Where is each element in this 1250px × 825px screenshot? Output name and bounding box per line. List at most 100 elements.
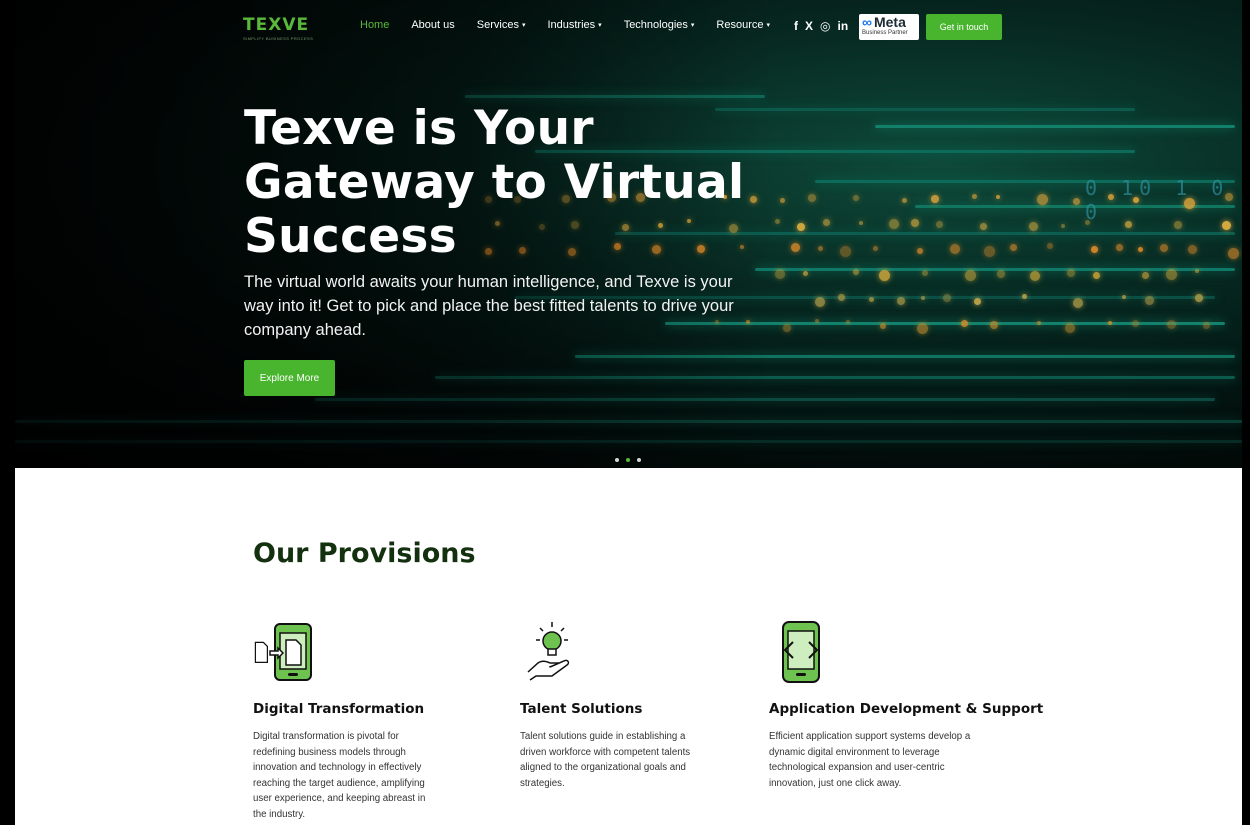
light-dot	[902, 198, 907, 203]
light-dot	[1065, 323, 1075, 333]
light-dot	[972, 194, 977, 199]
light-dot	[990, 321, 998, 329]
light-dot	[803, 271, 808, 276]
light-dot	[859, 221, 863, 225]
light-dot	[922, 270, 928, 276]
top-navigation: TEXVE SIMPLIFY BUSINESS PROCESS Home Abou…	[15, 0, 1242, 54]
light-dot	[1091, 246, 1098, 253]
instagram-icon[interactable]: ◎	[820, 19, 830, 33]
light-dot	[974, 298, 981, 305]
light-dot	[846, 320, 850, 324]
logo[interactable]: TEXVE SIMPLIFY BUSINESS PROCESS	[243, 15, 313, 41]
provision-card-text: Efficient application support systems de…	[769, 731, 971, 789]
light-streak	[755, 268, 1235, 271]
light-dot	[943, 294, 951, 302]
light-dot	[838, 294, 845, 301]
nav-item-industries[interactable]: Industries ▾	[547, 19, 601, 31]
chevron-down-icon: ▾	[598, 22, 602, 29]
light-dot	[1037, 194, 1048, 205]
nav-item-label: Services	[476, 19, 519, 31]
nav-item-technologies[interactable]: Technologies ▾	[624, 19, 695, 31]
light-dot	[965, 270, 976, 281]
nav-item-label: Industries	[547, 19, 596, 31]
linkedin-icon[interactable]: in	[838, 19, 849, 33]
nav-item-label: Technologies	[623, 19, 688, 31]
x-icon[interactable]: X	[805, 19, 813, 33]
light-dot	[1145, 296, 1154, 305]
provision-card-talent-solutions: Talent Solutions Talent solutions guide …	[520, 620, 755, 791]
get-in-touch-button[interactable]: Get in touch	[926, 14, 1002, 40]
nav-item-services[interactable]: Services ▾	[477, 19, 526, 31]
light-dot	[1195, 269, 1199, 273]
light-dot	[917, 248, 923, 254]
light-dot	[936, 221, 943, 228]
light-dot	[1073, 198, 1080, 205]
light-dot	[1067, 269, 1075, 277]
main-menu: Home About us Services ▾ Industries ▾ Technolo…	[360, 19, 792, 31]
light-dot	[1108, 321, 1112, 325]
light-dot	[879, 270, 890, 281]
meta-badge-subtitle: Business Partner	[862, 30, 908, 36]
light-dot	[1160, 244, 1168, 252]
light-dot	[1195, 294, 1203, 302]
light-dot	[869, 297, 874, 302]
light-dot	[984, 246, 995, 257]
mobile-code-icon	[782, 621, 820, 683]
slider-dot[interactable]	[626, 458, 630, 462]
provision-card-text: Digital transformation is pivotal for re…	[253, 731, 426, 820]
light-dot	[889, 219, 899, 229]
light-dot	[1010, 244, 1017, 251]
light-dot	[791, 243, 800, 252]
lightbulb-hand-icon	[527, 622, 570, 681]
light-streak	[715, 108, 1135, 111]
light-dot	[1203, 322, 1210, 329]
nav-item-about-us[interactable]: About us	[411, 19, 454, 31]
light-dot	[1138, 247, 1143, 252]
light-dot	[797, 223, 805, 231]
nav-item-home[interactable]: Home	[360, 19, 389, 31]
light-dot	[961, 320, 968, 327]
light-dot	[808, 194, 816, 202]
light-dot	[815, 319, 819, 323]
logo-wordmark: TEXVE	[243, 15, 310, 35]
light-dot	[1061, 224, 1065, 228]
chevron-down-icon: ▾	[766, 22, 771, 29]
provision-card-application-development: Application Development & Support Effici…	[769, 620, 1044, 791]
light-dot	[1228, 248, 1239, 259]
provision-card-title: Talent Solutions	[520, 701, 643, 717]
explore-more-button[interactable]: Explore More	[244, 360, 335, 396]
provision-card-digital-transformation: Digital Transformation Digital transform…	[253, 620, 488, 822]
slider-dot[interactable]	[637, 458, 641, 462]
light-dot	[1047, 243, 1053, 249]
nav-item-resource[interactable]: Resource ▾	[716, 19, 770, 31]
light-dot	[1116, 244, 1123, 251]
light-dot	[980, 223, 987, 230]
hero-title: Texve is Your Gateway to Virtual Success	[244, 101, 745, 264]
nav-item-label: About us	[411, 19, 455, 31]
provisions-title: Our Provisions	[253, 538, 476, 569]
light-dot	[1037, 321, 1041, 325]
facebook-icon[interactable]: f	[794, 19, 798, 33]
light-dot	[1167, 320, 1176, 329]
meta-business-partner-badge: ∞ Meta Business Partner	[859, 14, 919, 40]
light-dot	[950, 244, 960, 254]
light-dot	[921, 296, 925, 300]
light-dot	[780, 198, 785, 203]
light-dot	[1166, 269, 1177, 280]
hero-subtitle: The virtual world awaits your human inte…	[244, 273, 734, 339]
light-dot	[1142, 272, 1149, 279]
light-dot	[1132, 320, 1139, 327]
light-dot	[1188, 245, 1197, 254]
light-dot	[775, 269, 785, 279]
page: 0 10 1 0 0 TEXVE SIMPLIFY BUSINESS PROCE…	[15, 0, 1242, 825]
light-dot	[911, 219, 919, 227]
nav-item-label: Home	[360, 19, 390, 31]
provision-card-title: Application Development & Support	[769, 701, 1044, 717]
meta-logo-icon: ∞	[862, 14, 872, 30]
light-dot	[931, 195, 939, 203]
slider-pagination	[615, 458, 641, 462]
light-dot	[815, 297, 825, 307]
light-dot	[917, 323, 928, 334]
slider-dot[interactable]	[615, 458, 619, 462]
logo-tagline: SIMPLIFY BUSINESS PROCESS	[243, 36, 314, 41]
